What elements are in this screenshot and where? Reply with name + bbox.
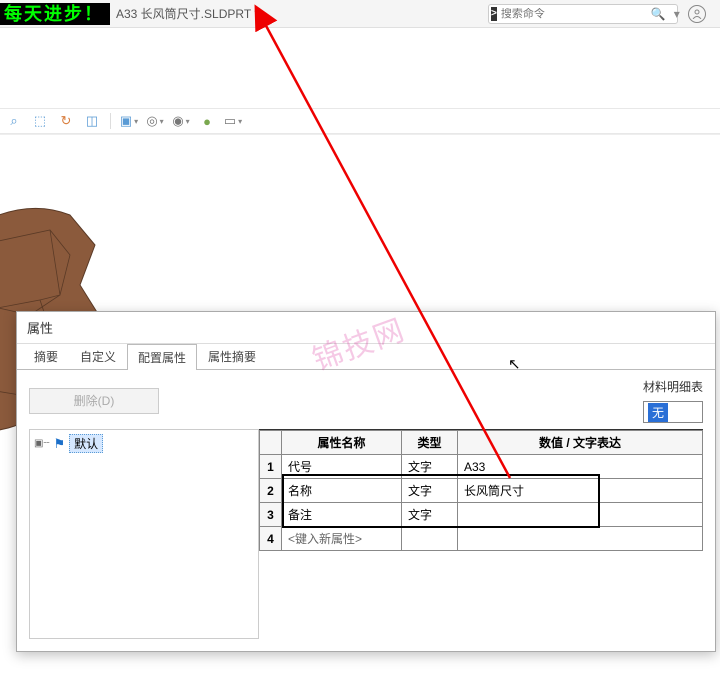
cell-type[interactable] [402,527,458,551]
table-row: 4 <键入新属性> [260,527,703,551]
table-row: 3 备注 文字 [260,503,703,527]
command-search[interactable]: > 🔍 ▾ [488,4,678,24]
tab-property-summary[interactable]: 属性摘要 [197,343,267,369]
properties-table[interactable]: 属性名称 类型 数值 / 文字表达 1 代号 文字 A33 2 名称 [259,429,703,551]
delete-button[interactable]: 删除(D) [29,388,159,414]
cell-rownum: 1 [260,455,282,479]
cell-name[interactable]: 名称 [282,479,402,503]
cell-rownum: 4 [260,527,282,551]
flag-icon: ⚑ [53,436,65,452]
banner-text: 每天进步！ [0,3,110,25]
cell-name[interactable]: 代号 [282,455,402,479]
zoom-area-icon[interactable]: ⬚ [30,111,50,131]
cell-rownum: 2 [260,479,282,503]
cell-type[interactable]: 文字 [402,479,458,503]
cell-type[interactable]: 文字 [402,503,458,527]
appearance-icon[interactable]: ● [197,111,217,131]
cell-value[interactable] [458,527,703,551]
dialog-title: 属性 [17,312,715,344]
config-tree[interactable]: ▣┈ ⚑ 默认 [29,429,259,639]
table-row: 1 代号 文字 A33 [260,455,703,479]
cell-value[interactable]: 长风筒尺寸 [458,479,703,503]
document-title: A33 长风筒尺寸.SLDPRT * [116,5,259,22]
cell-value[interactable] [458,503,703,527]
col-header-name: 属性名称 [282,431,402,455]
cell-name-new[interactable]: <键入新属性> [282,527,402,551]
cell-name[interactable]: 备注 [282,503,402,527]
scene-icon[interactable]: ◉ [171,111,191,131]
table-row: 2 名称 文字 长风筒尺寸 [260,479,703,503]
display-style-icon[interactable]: ▣ [119,111,139,131]
col-rownum [260,431,282,455]
view-settings-icon[interactable]: ▭ [223,111,243,131]
user-account-icon[interactable] [688,5,706,23]
view-toolbar: ⌕ ⬚ ↻ ◫ ▣ ◎ ◉ ● ▭ [0,108,720,134]
tree-node-default[interactable]: ▣┈ ⚑ 默认 [34,434,254,453]
ribbon-space [0,28,720,108]
hide-show-icon[interactable]: ◎ [145,111,165,131]
tree-label: 默认 [69,434,103,453]
rotate-view-icon[interactable]: ↻ [56,111,76,131]
tree-collapse-icon[interactable]: ▣┈ [34,438,49,449]
bom-label: 材料明细表 [643,378,703,395]
search-input[interactable] [497,8,647,20]
col-header-value: 数值 / 文字表达 [458,431,703,455]
tab-custom[interactable]: 自定义 [69,343,127,369]
section-view-icon[interactable]: ◫ [82,111,102,131]
title-bar: 每天进步！ A33 长风筒尺寸.SLDPRT * > 🔍 ▾ [0,0,720,28]
cell-rownum: 3 [260,503,282,527]
graphics-viewport[interactable]: 属性 摘要 自定义 配置属性 属性摘要 删除(D) 材料明细表 无 ▣┈ [0,134,720,664]
cell-value[interactable]: A33 [458,455,703,479]
properties-dialog: 属性 摘要 自定义 配置属性 属性摘要 删除(D) 材料明细表 无 ▣┈ [16,311,716,652]
col-header-type: 类型 [402,431,458,455]
dialog-tabs: 摘要 自定义 配置属性 属性摘要 [17,344,715,370]
tab-summary[interactable]: 摘要 [23,343,69,369]
search-dropdown-icon[interactable]: ▾ [670,7,684,21]
cell-type[interactable]: 文字 [402,455,458,479]
bom-select[interactable]: 无 [643,401,703,423]
bom-value: 无 [648,403,668,422]
search-icon[interactable]: 🔍 [647,7,670,21]
tab-config-properties[interactable]: 配置属性 [127,344,197,370]
zoom-fit-icon[interactable]: ⌕ [4,111,24,131]
